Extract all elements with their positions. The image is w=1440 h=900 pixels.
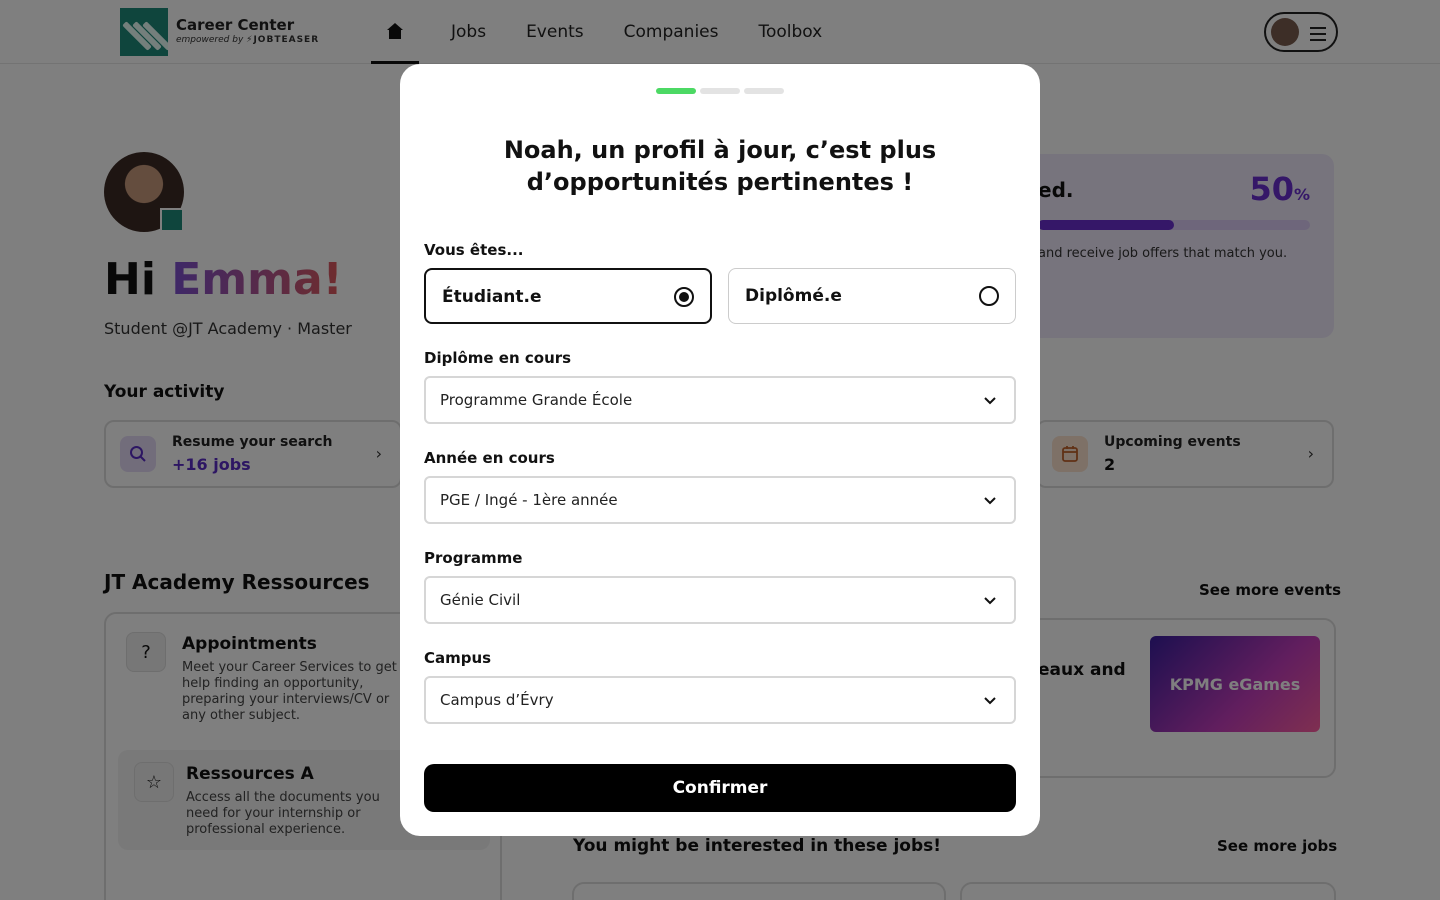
chevron-down-icon bbox=[984, 597, 996, 605]
select-value: PGE / Ingé - 1ère année bbox=[440, 491, 618, 509]
field-label-campus: Campus bbox=[424, 649, 492, 667]
field-label-diplome: Diplôme en cours bbox=[424, 349, 572, 367]
select-annee[interactable]: PGE / Ingé - 1ère année bbox=[424, 476, 1016, 524]
select-value: Génie Civil bbox=[440, 591, 521, 609]
select-programme[interactable]: Génie Civil bbox=[424, 576, 1016, 624]
option-etudiant[interactable]: Étudiant.e bbox=[424, 268, 712, 324]
field-label-annee: Année en cours bbox=[424, 449, 555, 467]
select-campus[interactable]: Campus d’Évry bbox=[424, 676, 1016, 724]
chevron-down-icon bbox=[984, 497, 996, 505]
field-label-programme: Programme bbox=[424, 549, 523, 567]
radio-selected-icon[interactable] bbox=[674, 287, 694, 307]
step-3 bbox=[744, 88, 784, 94]
modal-title: Noah, un profil à jour, c’est plus d’opp… bbox=[503, 136, 937, 196]
option-label: Étudiant.e bbox=[442, 287, 542, 307]
chevron-down-icon bbox=[984, 397, 996, 405]
option-diplome[interactable]: Diplômé.e bbox=[728, 268, 1016, 324]
select-value: Campus d’Évry bbox=[440, 691, 554, 709]
status-label: Vous êtes... bbox=[424, 241, 524, 259]
profile-update-modal: Noah, un profil à jour, c’est plus d’opp… bbox=[400, 64, 1040, 836]
select-diplome[interactable]: Programme Grande École bbox=[424, 376, 1016, 424]
option-label: Diplômé.e bbox=[745, 286, 842, 306]
radio-unselected-icon[interactable] bbox=[979, 286, 999, 306]
chevron-down-icon bbox=[984, 697, 996, 705]
step-1 bbox=[656, 88, 696, 94]
step-indicator bbox=[656, 88, 788, 94]
confirm-button[interactable]: Confirmer bbox=[424, 764, 1016, 812]
step-2 bbox=[700, 88, 740, 94]
select-value: Programme Grande École bbox=[440, 391, 633, 409]
